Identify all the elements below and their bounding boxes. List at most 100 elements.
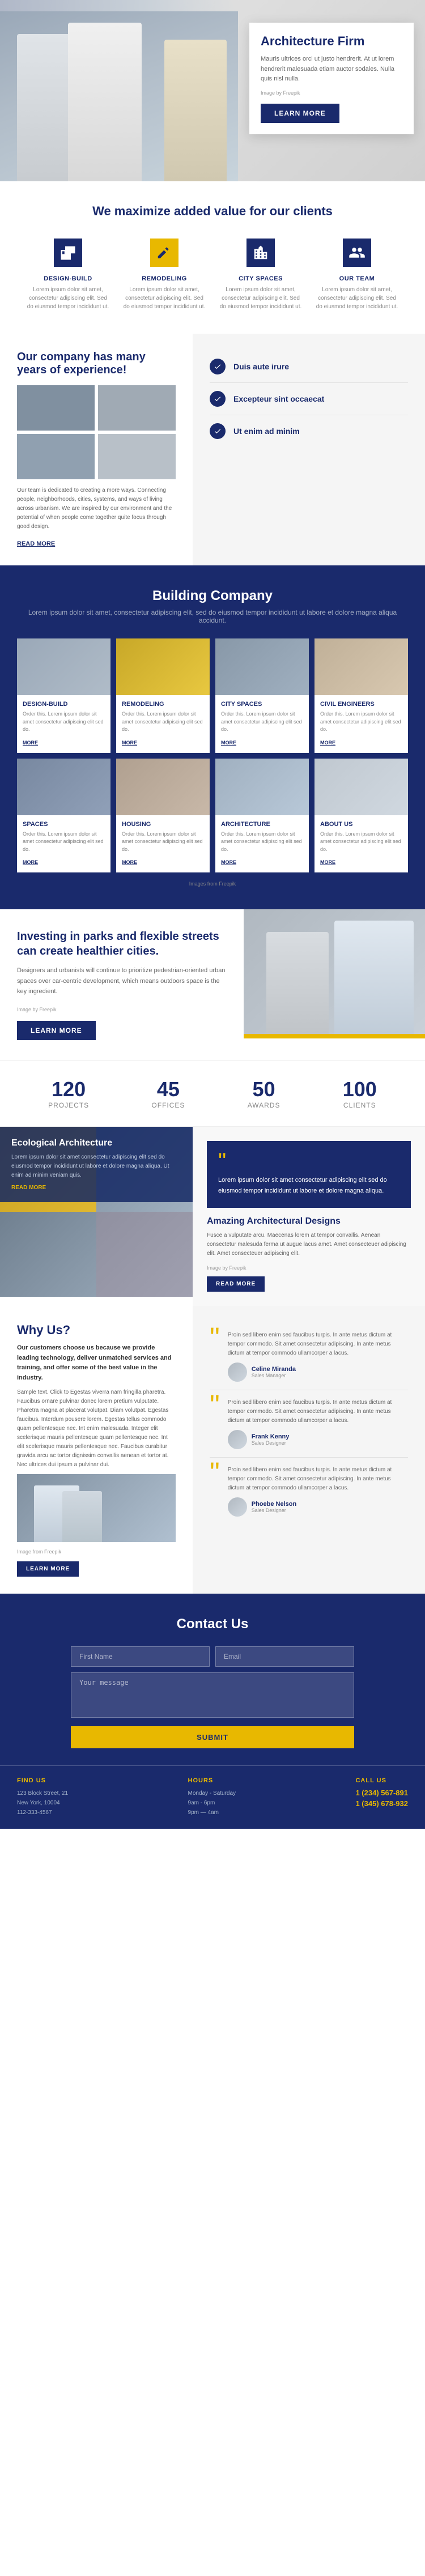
contact-form: SUBMIT: [71, 1646, 354, 1765]
contact-submit-button[interactable]: SUBMIT: [71, 1726, 354, 1748]
investing-learn-more-button[interactable]: LEARN MORE: [17, 1021, 96, 1040]
testimonial-role-0: Sales Manager: [252, 1373, 296, 1378]
ecological-read-more-link[interactable]: READ MORE: [11, 1185, 181, 1191]
building-card-img-1: [116, 638, 210, 695]
stat-projects: 120 PROJECTS: [48, 1078, 89, 1109]
footer-phone-1[interactable]: 1 (234) 567-891: [355, 1789, 408, 1797]
building-card-desc-1: Order this. Lorem ipsum dolor sit amet c…: [122, 710, 204, 734]
whyus-person-2: [62, 1491, 102, 1542]
footer-hours: HOURS Monday - Saturday 9am - 6pm 9pm — …: [188, 1777, 236, 1817]
building-card-more-1[interactable]: MORE: [122, 740, 137, 746]
check-text-2: Excepteur sint occaecat: [233, 394, 324, 403]
building-card-body-6: ARCHITECTURE Order this. Lorem ipsum dol…: [215, 815, 309, 873]
feature-remodeling-label: REMODELING: [122, 275, 207, 282]
stat-clients-number: 100: [343, 1078, 377, 1101]
invest-person-1: [334, 921, 414, 1034]
stat-offices-number: 45: [151, 1078, 185, 1101]
testimonial-name-2: Phoebe Nelson: [252, 1501, 296, 1508]
building-card-more-2[interactable]: MORE: [221, 740, 236, 746]
building-card-body-5: HOUSING Order this. Lorem ipsum dolor si…: [116, 815, 210, 873]
remodel-icon: [150, 239, 178, 267]
testimonial-quote-mark-0: ": [210, 1328, 220, 1382]
amazing-read-more-button[interactable]: READ MORE: [207, 1276, 265, 1292]
experience-read-more-link[interactable]: READ MORE: [17, 540, 55, 547]
building-card-more-6[interactable]: MORE: [221, 859, 236, 865]
building-card-desc-7: Order this. Lorem ipsum dolor sit amet c…: [320, 831, 402, 854]
hero-description: Mauris ultrices orci ut justo hendrerit.…: [261, 54, 402, 84]
investing-left-panel: Investing in parks and flexible streets …: [0, 909, 244, 1060]
building-card-label-3: CIVIL ENGINEERS: [320, 701, 402, 708]
feature-design-build-desc: Lorem ipsum dolor sit amet, consectetur …: [26, 286, 110, 311]
ecological-left-panel: Ecological Architecture Lorem ipsum dolo…: [0, 1127, 193, 1306]
stats-section: 120 PROJECTS 45 OFFICES 50 AWARDS 100 CL…: [0, 1060, 425, 1127]
building-card-4: SPACES Order this. Lorem ipsum dolor sit…: [17, 759, 110, 873]
stat-projects-number: 120: [48, 1078, 89, 1101]
avatar-image-1: [228, 1430, 247, 1449]
building-card-7: ABOUT US Order this. Lorem ipsum dolor s…: [314, 759, 408, 873]
building-card-0: DESIGN-BUILD Order this. Lorem ipsum dol…: [17, 638, 110, 753]
footer-hours-heading: HOURS: [188, 1777, 236, 1784]
testimonial-author-2: Phoebe Nelson Sales Designer: [252, 1501, 296, 1513]
whyus-learn-more-button[interactable]: LEARN MORE: [17, 1561, 79, 1577]
testimonial-avatar-0: Celine Miranda Sales Manager: [228, 1362, 408, 1382]
stat-awards: 50 AWARDS: [248, 1078, 280, 1109]
building-card-label-6: ARCHITECTURE: [221, 821, 303, 828]
building-card-more-4[interactable]: MORE: [23, 859, 38, 865]
testimonial-1: " Proin sed libero enim sed faucibus tur…: [210, 1390, 408, 1458]
building-card-1: REMODELING Order this. Lorem ipsum dolor…: [116, 638, 210, 753]
message-textarea[interactable]: [71, 1672, 354, 1718]
check-item-2: Excepteur sint occaecat: [210, 383, 408, 415]
email-input[interactable]: [215, 1646, 354, 1667]
check-circle-3: [210, 423, 226, 439]
building-card-more-7[interactable]: MORE: [320, 859, 335, 865]
building-heading: Building Company: [17, 588, 408, 604]
building-card-label-0: DESIGN-BUILD: [23, 701, 105, 708]
footer-find-us: FIND US 123 Block Street, 21 New York, 1…: [17, 1777, 68, 1817]
first-name-input[interactable]: [71, 1646, 210, 1667]
feature-city-spaces-icon-container: [244, 236, 278, 270]
footer-call-us-heading: CALL US: [355, 1777, 408, 1784]
avatar-image-0: [228, 1362, 247, 1382]
building-card-more-3[interactable]: MORE: [320, 740, 335, 746]
feature-design-build: DESIGN-BUILD Lorem ipsum dolor sit amet,…: [26, 236, 110, 311]
ecological-heading: Ecological Architecture: [11, 1138, 181, 1148]
feature-our-team: OUR TEAM Lorem ipsum dolor sit amet, con…: [314, 236, 400, 311]
building-card-2: CITY SPACES Order this. Lorem ipsum dolo…: [215, 638, 309, 753]
whyus-bold-text: Our customers choose us because we provi…: [17, 1343, 176, 1383]
building-cards-grid: DESIGN-BUILD Order this. Lorem ipsum dol…: [17, 638, 408, 872]
exp-image-2: [98, 385, 176, 431]
building-card-body-2: CITY SPACES Order this. Lorem ipsum dolo…: [215, 695, 309, 753]
building-card-body-4: SPACES Order this. Lorem ipsum dolor sit…: [17, 815, 110, 873]
building-card-img-5: [116, 759, 210, 815]
building-card-label-2: CITY SPACES: [221, 701, 303, 708]
building-card-body-1: REMODELING Order this. Lorem ipsum dolor…: [116, 695, 210, 753]
hero-title: Architecture Firm: [261, 34, 402, 49]
hero-people-image: [0, 0, 238, 181]
whyus-section: Why Us? Our customers choose us because …: [0, 1306, 425, 1594]
feature-our-team-desc: Lorem ipsum dolor sit amet, consectetur …: [314, 286, 400, 311]
investing-yellow-bar: [244, 1034, 425, 1038]
building-card-img-7: [314, 759, 408, 815]
building-card-more-5[interactable]: MORE: [122, 859, 137, 865]
building-img-credit: Images from Freepik: [17, 881, 408, 887]
check-circle-2: [210, 391, 226, 407]
building-card-desc-5: Order this. Lorem ipsum dolor sit amet c…: [122, 831, 204, 854]
experience-left-panel: Our company has many years of experience…: [0, 334, 193, 565]
contact-section: Contact Us SUBMIT: [0, 1594, 425, 1765]
feature-remodeling: REMODELING Lorem ipsum dolor sit amet, c…: [122, 236, 207, 311]
building-card-5: HOUSING Order this. Lorem ipsum dolor si…: [116, 759, 210, 873]
feature-design-build-icon-container: [51, 236, 85, 270]
amazing-description: Fusce a vulputate arcu. Maecenas lorem a…: [207, 1231, 411, 1258]
quote-mark-icon: ": [218, 1152, 400, 1170]
building-card-label-7: ABOUT US: [320, 821, 402, 828]
feature-our-team-icon-container: [340, 236, 374, 270]
testimonial-2: " Proin sed libero enim sed faucibus tur…: [210, 1458, 408, 1525]
testimonial-text-0: Proin sed libero enim sed faucibus turpi…: [228, 1331, 408, 1358]
testimonial-quote-mark-2: ": [210, 1463, 220, 1517]
building-card-more-0[interactable]: MORE: [23, 740, 38, 746]
footer-phone-2[interactable]: 1 (345) 678-932: [355, 1799, 408, 1808]
testimonial-name-1: Frank Kenny: [252, 1433, 290, 1440]
hero-learn-more-button[interactable]: LEARN MORE: [261, 104, 339, 123]
testimonial-text-1: Proin sed libero enim sed faucibus turpi…: [228, 1398, 408, 1425]
building-section: Building Company Lorem ipsum dolor sit a…: [0, 565, 425, 909]
